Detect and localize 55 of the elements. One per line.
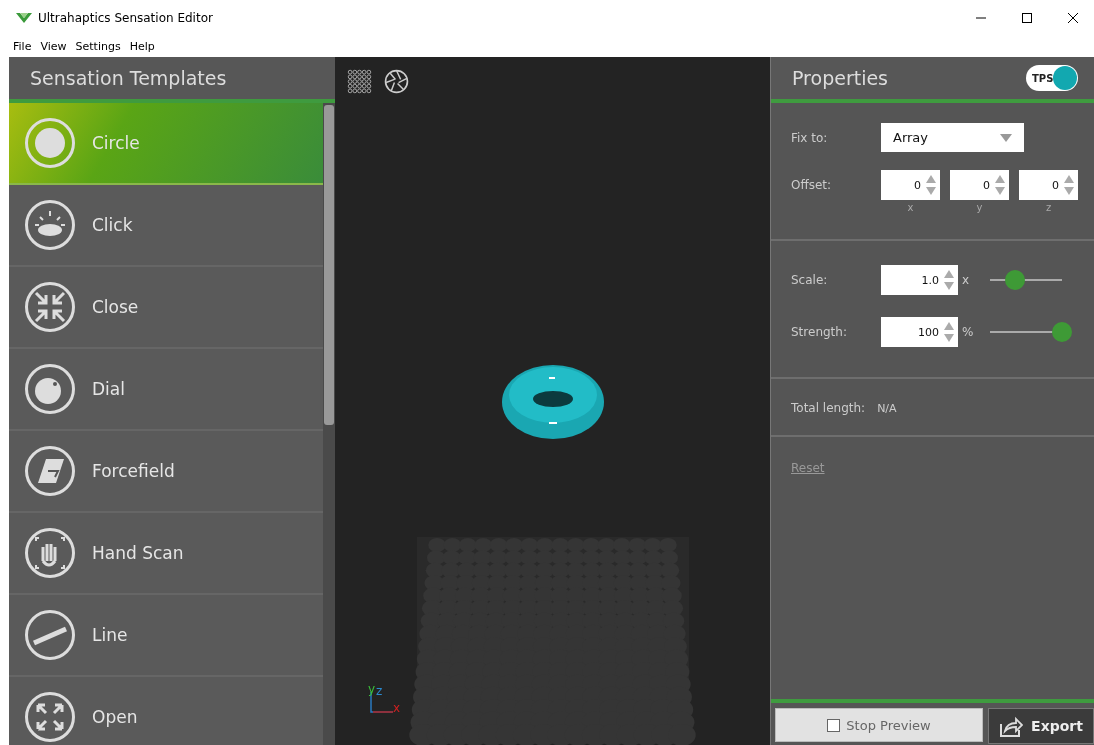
maximize-icon[interactable] (1022, 13, 1032, 23)
spinner-icon (944, 269, 954, 291)
spinner-icon (944, 321, 954, 343)
share-icon (999, 715, 1024, 737)
field-label: Strength: (791, 325, 848, 339)
menu-item[interactable]: Help (129, 40, 155, 53)
number-field[interactable]: 100 (881, 317, 958, 347)
checkbox[interactable] (827, 718, 841, 732)
axis-label: y (368, 682, 376, 696)
number-field[interactable]: 0 (1019, 170, 1078, 200)
spinner-icon (926, 174, 936, 196)
field-label: Offset: (791, 178, 833, 192)
arrows-inward-icon (24, 281, 76, 333)
axis-label: z (1045, 202, 1052, 213)
spinner-icon (995, 174, 1005, 196)
tps-toggle[interactable]: TPS (1026, 65, 1078, 91)
slider-thumb[interactable] (1005, 270, 1026, 290)
menu-item[interactable]: Settings (75, 40, 121, 53)
circle-icon (24, 117, 76, 169)
template-item[interactable]: Forcefield (9, 431, 323, 513)
dial-icon (24, 363, 76, 415)
unit-label: x (962, 273, 971, 287)
axis-label: x (393, 701, 401, 715)
panel-title: Properties (792, 67, 889, 89)
field-label: Fix to: (791, 130, 829, 145)
template-item[interactable]: Dial (9, 349, 323, 431)
number-field[interactable]: 0 (881, 170, 940, 200)
number-field[interactable]: 0 (950, 170, 1009, 200)
arrows-outward-icon (24, 691, 76, 743)
number-field[interactable]: 1.0 (881, 265, 958, 295)
hand-icon (24, 527, 76, 579)
aperture-icon[interactable] (384, 69, 409, 94)
slider-thumb[interactable] (1052, 322, 1072, 342)
window-title: Ultrahaptics Sensation Editor (38, 11, 213, 25)
close-icon[interactable] (1068, 13, 1078, 23)
axis-label: y (976, 202, 983, 213)
grid-icon[interactable] (347, 69, 372, 94)
axis-label: z (376, 684, 383, 698)
panel-title: Sensation Templates (30, 67, 227, 89)
field-label: Total length: (791, 401, 866, 415)
hand-tilted-icon (24, 445, 76, 497)
button-icon (24, 199, 76, 251)
axis-label: x (907, 202, 914, 213)
menu-item[interactable]: View (40, 40, 67, 53)
stop-preview-button[interactable]: Stop Preview (775, 708, 983, 742)
menu-item[interactable]: File (13, 40, 32, 53)
caret-icon (1000, 133, 1012, 142)
fix-to-dropdown[interactable]: Array (881, 123, 1024, 152)
field-label: Scale: (791, 273, 829, 287)
export-button[interactable]: Export (988, 708, 1094, 744)
unit-label: % (962, 325, 975, 339)
spinner-icon (1064, 174, 1074, 196)
field-value: N/A (877, 401, 897, 415)
logo-icon (16, 13, 32, 23)
scrollbar-thumb[interactable] (324, 105, 334, 425)
